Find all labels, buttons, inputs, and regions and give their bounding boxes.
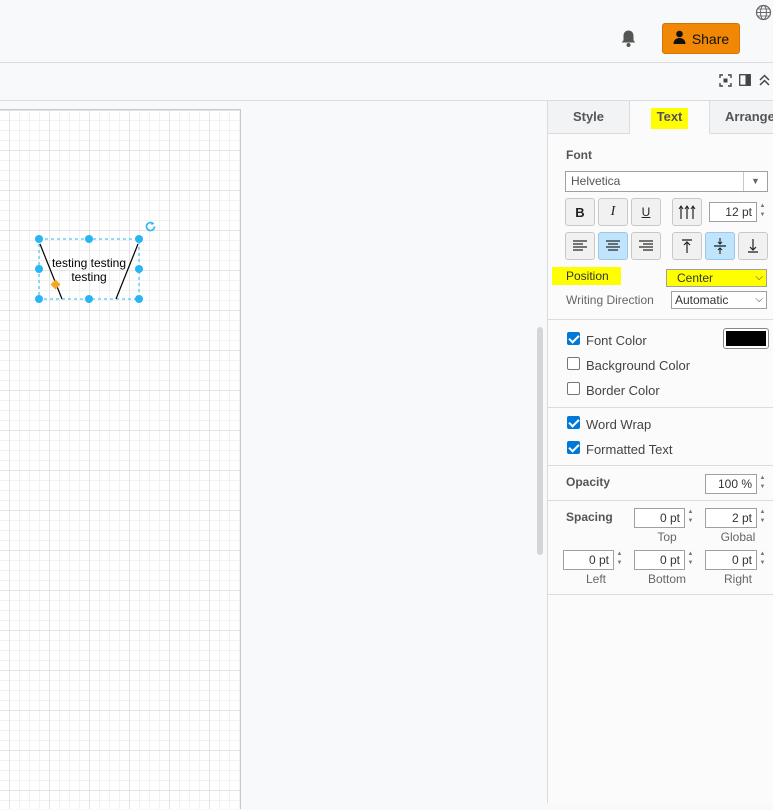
align-bottom-button[interactable]	[738, 232, 768, 260]
background-color-label: Background Color	[586, 358, 691, 373]
vertical-text-button[interactable]	[672, 198, 702, 226]
share-button[interactable]: Share	[662, 23, 740, 54]
writing-direction-label: Writing Direction	[566, 293, 654, 307]
background-color-checkbox[interactable]	[567, 357, 580, 370]
user-icon	[673, 30, 686, 47]
border-color-label: Border Color	[586, 383, 660, 398]
tab-arrange[interactable]: Arrange	[710, 101, 773, 134]
tab-text-label: Text	[650, 108, 689, 129]
font-family-select[interactable]: Helvetica ▼	[565, 171, 768, 192]
chevron-down-icon: ▼	[743, 172, 767, 191]
spacing-label: Spacing	[566, 510, 613, 524]
diagram-page[interactable]: testing testing testing	[0, 109, 241, 809]
spacing-left-caption: Left	[585, 572, 606, 586]
opacity-input[interactable]: 100 %	[705, 474, 757, 494]
align-top-button[interactable]	[672, 232, 702, 260]
font-size-input[interactable]: 12 pt	[709, 202, 757, 222]
share-label: Share	[691, 30, 730, 47]
rotate-icon[interactable]	[144, 220, 157, 236]
spacing-top-caption: Top	[657, 530, 677, 544]
format-panel-icon[interactable]	[739, 74, 751, 89]
spacing-top-stepper[interactable]: ▲ ▼	[686, 508, 695, 528]
formatted-text-label: Formatted Text	[586, 442, 673, 457]
opacity-stepper[interactable]: ▲ ▼	[758, 474, 767, 494]
tab-text[interactable]: Text	[630, 101, 710, 134]
spacing-bottom-caption: Bottom	[647, 572, 686, 586]
toolbar	[0, 63, 773, 101]
shape-text-line: testing testing	[51, 256, 127, 270]
spacing-global-input[interactable]: 2 pt	[705, 508, 757, 528]
resize-handle[interactable]	[85, 295, 93, 303]
resize-handle[interactable]	[135, 295, 143, 303]
bold-button[interactable]: B	[565, 198, 595, 226]
resize-handle[interactable]	[35, 235, 43, 243]
spacing-bottom-input[interactable]: 0 pt	[634, 550, 685, 570]
spacing-top-input[interactable]: 0 pt	[634, 508, 685, 528]
spacing-right-input[interactable]: 0 pt	[705, 550, 757, 570]
position-select[interactable]: Center ⌵	[666, 269, 767, 287]
align-left-button[interactable]	[565, 232, 595, 260]
word-wrap-checkbox[interactable]	[567, 416, 580, 429]
divider	[548, 319, 773, 320]
font-size-stepper[interactable]: ▲ ▼	[758, 202, 767, 222]
formatted-text-checkbox[interactable]	[567, 441, 580, 454]
align-center-button[interactable]	[598, 232, 628, 260]
opacity-label: Opacity	[566, 475, 611, 489]
resize-handle[interactable]	[85, 235, 93, 243]
divider	[548, 500, 773, 501]
font-color-label: Font Color	[586, 333, 647, 348]
align-right-button[interactable]	[631, 232, 661, 260]
globe-icon[interactable]	[755, 4, 772, 24]
writing-direction-select[interactable]: Automatic ⌵	[671, 291, 767, 309]
chevron-down-icon: ⌵	[755, 272, 763, 283]
font-color-checkbox[interactable]	[567, 332, 580, 345]
underline-button[interactable]: U	[631, 198, 661, 226]
resize-handle[interactable]	[35, 295, 43, 303]
top-bar: Share	[0, 0, 773, 63]
spacing-left-input[interactable]: 0 pt	[563, 550, 614, 570]
divider	[548, 407, 773, 408]
align-middle-button[interactable]	[705, 232, 735, 260]
word-wrap-label: Word Wrap	[586, 417, 652, 432]
border-color-checkbox[interactable]	[567, 382, 580, 395]
diagram-canvas[interactable]: testing testing testing	[0, 101, 547, 809]
font-heading: Font	[566, 148, 592, 162]
divider	[548, 465, 773, 466]
chevron-down-icon: ⌵	[755, 294, 763, 305]
divider	[548, 594, 773, 595]
spacing-left-stepper[interactable]: ▲ ▼	[615, 550, 624, 570]
selected-shape[interactable]	[0, 110, 241, 810]
resize-handle[interactable]	[135, 235, 143, 243]
resize-handle[interactable]	[35, 265, 43, 273]
tab-style[interactable]: Style	[548, 101, 630, 134]
bell-icon[interactable]	[620, 29, 637, 51]
italic-button[interactable]: I	[598, 198, 628, 226]
spacing-global-stepper[interactable]: ▲ ▼	[758, 508, 767, 528]
fullscreen-icon[interactable]	[719, 74, 732, 90]
collapse-icon[interactable]	[758, 73, 771, 90]
spacing-right-caption: Right	[723, 572, 752, 586]
spacing-right-stepper[interactable]: ▲ ▼	[758, 550, 767, 570]
position-label: Position	[552, 267, 621, 285]
canvas-scrollbar[interactable]	[537, 327, 543, 555]
spacing-bottom-stepper[interactable]: ▲ ▼	[686, 550, 695, 570]
resize-handle[interactable]	[135, 265, 143, 273]
font-color-swatch[interactable]	[723, 328, 769, 349]
format-panel: Style Text Arrange Font Helvetica ▼ B I …	[547, 101, 773, 803]
spacing-global-caption: Global	[720, 530, 756, 544]
